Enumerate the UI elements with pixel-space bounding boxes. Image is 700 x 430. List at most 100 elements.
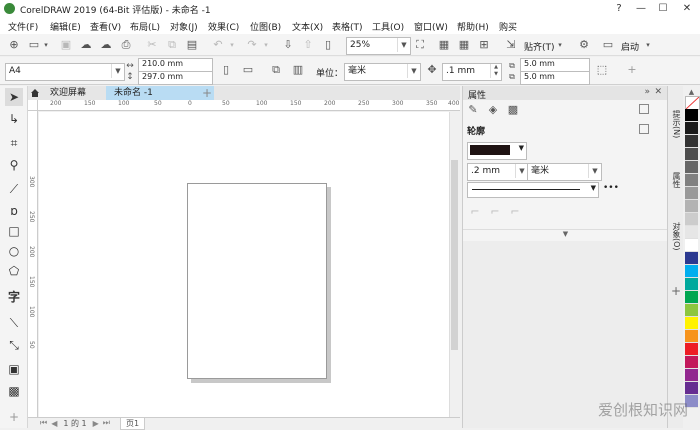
print-icon[interactable]: ⎙ xyxy=(118,37,134,53)
menu-effects[interactable]: 效果(C) xyxy=(208,20,239,33)
text-tool-icon[interactable]: 字 xyxy=(5,288,23,306)
fill-icon[interactable]: ◈ xyxy=(485,102,501,118)
docker-expand-icon[interactable]: » xyxy=(644,87,650,97)
palette-swatch[interactable] xyxy=(685,239,698,252)
menu-file[interactable]: 文件(F) xyxy=(8,20,38,33)
palette-swatch[interactable] xyxy=(685,343,698,356)
publish-pdf-icon[interactable]: ▯ xyxy=(320,37,336,53)
full-screen-icon[interactable]: ⛶ xyxy=(412,37,428,53)
page-frame-icon[interactable]: ⬚ xyxy=(594,62,610,78)
palette-swatch[interactable] xyxy=(685,330,698,343)
menu-tools[interactable]: 工具(O) xyxy=(372,20,404,33)
save-icon[interactable]: ▣ xyxy=(58,37,74,53)
page-width-input[interactable]: 210.0 mm xyxy=(138,58,213,72)
palette-swatch[interactable] xyxy=(685,369,698,382)
no-color-swatch[interactable] xyxy=(685,96,700,110)
parallel-dimension-icon[interactable]: ⟍ xyxy=(5,314,23,332)
line-style-select[interactable]: ▼ xyxy=(467,182,599,198)
menu-layout[interactable]: 布局(L) xyxy=(130,20,160,33)
document-page[interactable] xyxy=(187,183,327,379)
add-tool-icon[interactable]: + xyxy=(5,408,23,426)
next-page-icon[interactable]: ▶ xyxy=(93,419,99,428)
cut-icon[interactable]: ✂ xyxy=(144,37,160,53)
palette-swatch[interactable] xyxy=(685,252,698,265)
ruler-origin[interactable] xyxy=(28,100,38,111)
undo-dropdown-icon[interactable]: ▾ xyxy=(228,37,236,53)
transparency-icon[interactable]: ▩ xyxy=(505,102,521,118)
zoom-level-combo[interactable]: 25% ▼ xyxy=(346,37,411,55)
freehand-tool-icon[interactable]: ⟋ xyxy=(5,180,23,198)
add-toolbar-icon[interactable]: + xyxy=(624,62,640,78)
section-toggle-icon[interactable] xyxy=(639,124,649,134)
units-select[interactable]: 毫米 ▼ xyxy=(344,63,421,81)
menu-text[interactable]: 文本(X) xyxy=(292,20,323,33)
palette-swatch[interactable] xyxy=(685,200,698,213)
more-options-button[interactable]: ••• xyxy=(603,183,619,193)
palette-swatch[interactable] xyxy=(685,382,698,395)
pick-tool-icon[interactable]: ➤ xyxy=(5,88,23,106)
close-button[interactable]: ✕ xyxy=(676,0,698,18)
docker-collapse-icon[interactable]: ▼ xyxy=(463,229,668,239)
side-tab-properties[interactable]: 属性 xyxy=(670,172,682,188)
corner-miter-icon[interactable]: ⌐ xyxy=(467,204,483,220)
show-rulers-icon[interactable]: ▦ xyxy=(436,37,452,53)
ellipse-tool-icon[interactable]: ○ xyxy=(5,242,23,260)
palette-swatch[interactable] xyxy=(685,356,698,369)
outline-pen-icon[interactable]: ✎ xyxy=(465,102,481,118)
docker-close-icon[interactable]: ✕ xyxy=(654,87,662,97)
palette-swatch[interactable] xyxy=(685,278,698,291)
paste-icon[interactable]: ▤ xyxy=(184,37,200,53)
all-pages-icon[interactable]: ⧉ xyxy=(268,62,284,78)
menu-window[interactable]: 窗口(W) xyxy=(414,20,448,33)
snap-to-icon[interactable]: ⇲ xyxy=(503,37,519,53)
palette-swatch[interactable] xyxy=(685,135,698,148)
undo-icon[interactable]: ↶ xyxy=(210,37,226,53)
menu-buy[interactable]: 购买 xyxy=(499,20,517,33)
minimize-button[interactable]: — xyxy=(630,0,652,18)
redo-icon[interactable]: ↷ xyxy=(244,37,260,53)
palette-swatch[interactable] xyxy=(685,161,698,174)
add-tab-button[interactable]: + xyxy=(200,86,214,100)
export-icon[interactable]: ⇧ xyxy=(300,37,316,53)
interactive-fill-icon[interactable]: ▩ xyxy=(5,382,23,400)
cloud-upload-icon[interactable]: ☁ xyxy=(78,37,94,53)
menu-object[interactable]: 对象(J) xyxy=(170,20,198,33)
zoom-tool-icon[interactable]: ⚲ xyxy=(5,156,23,174)
new-document-icon[interactable]: ⊕ xyxy=(6,37,22,53)
palette-swatch[interactable] xyxy=(685,174,698,187)
palette-scroll-up-icon[interactable]: ▲ xyxy=(685,88,698,96)
outline-color-picker[interactable]: ▼ xyxy=(467,142,527,160)
side-tab-objects[interactable]: 对象(O) xyxy=(670,222,682,251)
connector-tool-icon[interactable]: ⤡ xyxy=(5,336,23,354)
palette-swatch[interactable] xyxy=(685,317,698,330)
duplicate-x-input[interactable]: 5.0 mm xyxy=(520,58,590,72)
prev-page-icon[interactable]: ◀ xyxy=(51,419,57,428)
help-window-icon[interactable]: ? xyxy=(608,0,630,18)
palette-swatch[interactable] xyxy=(685,226,698,239)
maximize-button[interactable]: ☐ xyxy=(652,0,674,18)
launcher-icon[interactable]: ▭ xyxy=(600,37,616,53)
open-dropdown-icon[interactable]: ▾ xyxy=(42,37,50,53)
home-icon[interactable] xyxy=(28,86,42,100)
nudge-distance-input[interactable]: .1 mm ▲ ▼ xyxy=(442,63,502,81)
tab-document[interactable]: 未命名 -1 xyxy=(106,86,214,100)
add-docker-icon[interactable]: + xyxy=(671,284,681,298)
vertical-ruler[interactable]: 300 250 200 150 100 50 xyxy=(28,111,38,417)
spinner-icon[interactable]: ▲ ▼ xyxy=(490,64,501,78)
show-guidelines-icon[interactable]: ⊞ xyxy=(476,37,492,53)
rectangle-tool-icon[interactable]: □ xyxy=(5,222,23,240)
portrait-icon[interactable]: ▯ xyxy=(218,62,234,78)
first-page-icon[interactable]: ⏮ xyxy=(40,418,47,428)
show-grid-icon[interactable]: ▦ xyxy=(456,37,472,53)
palette-swatch[interactable] xyxy=(685,148,698,161)
page-size-select[interactable]: A4 ▼ xyxy=(5,63,125,81)
cloud-download-icon[interactable]: ☁ xyxy=(98,37,114,53)
menu-bitmaps[interactable]: 位图(B) xyxy=(250,20,281,33)
crop-tool-icon[interactable]: ⌗ xyxy=(5,134,23,152)
shape-tool-icon[interactable]: ↳ xyxy=(5,110,23,128)
snap-dropdown-icon[interactable]: ▾ xyxy=(556,37,564,53)
palette-swatch[interactable] xyxy=(685,213,698,226)
vertical-scroll-thumb[interactable] xyxy=(451,160,458,350)
outline-width-select[interactable]: .2 mm ▼ xyxy=(467,163,529,181)
options-gear-icon[interactable]: ⚙ xyxy=(576,37,592,53)
